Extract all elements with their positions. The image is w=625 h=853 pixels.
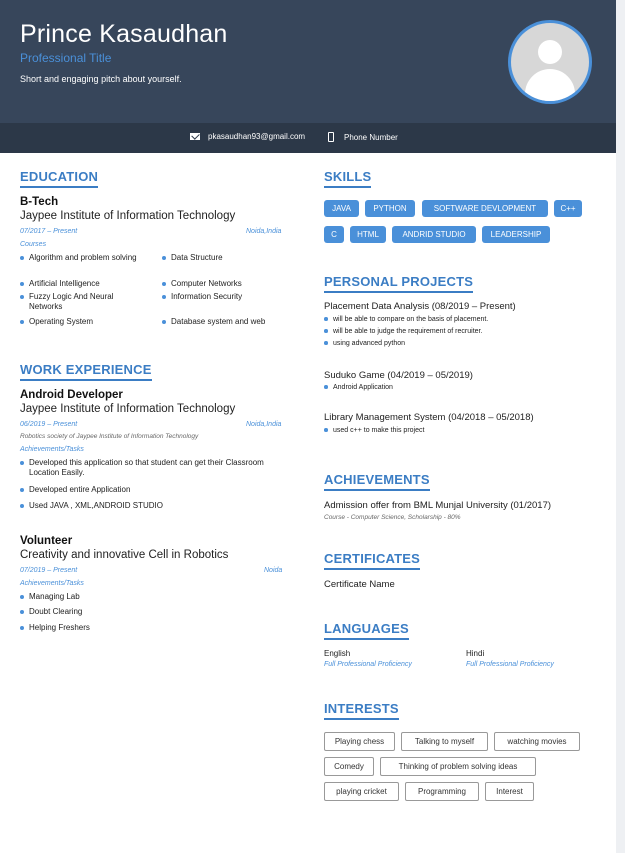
- courses-label: Courses: [20, 241, 47, 248]
- job-organization: Jaypee Institute of Information Technolo…: [20, 403, 236, 415]
- job-dates: 06/2019 – Present: [20, 421, 78, 428]
- job-role: Volunteer: [20, 535, 73, 547]
- resume-page: Prince Kasaudhan Professional Title Shor…: [0, 0, 616, 853]
- certificate-name: Certificate Name: [324, 579, 395, 590]
- mail-icon: [190, 133, 200, 140]
- interest-tag: Thinking of problem solving ideas: [380, 757, 536, 776]
- course-item: Operating System: [20, 317, 93, 327]
- professional-title: Professional Title: [20, 51, 112, 65]
- skill-tag: C: [324, 226, 344, 243]
- skill-tag: PYTHON: [365, 200, 415, 217]
- achievement-detail: Course - Computer Science, Scholarship -…: [324, 514, 461, 521]
- project-title: Suduko Game (04/2019 – 05/2019): [324, 370, 473, 381]
- interest-tag: Talking to myself: [401, 732, 488, 751]
- avatar: [508, 20, 592, 104]
- pitch-text: Short and engaging pitch about yourself.: [20, 74, 182, 84]
- task-item: Managing Lab: [20, 592, 80, 602]
- interest-tag: watching movies: [494, 732, 580, 751]
- task-item: Helping Freshers: [20, 623, 90, 633]
- section-title-achievements: ACHIEVEMENTS: [324, 472, 430, 491]
- education-location: Noida,India: [246, 228, 282, 235]
- language-level: Full Professional Proficiency: [466, 661, 554, 668]
- course-item: Data Structure: [162, 253, 223, 263]
- section-title-education: EDUCATION: [20, 169, 99, 188]
- course-item: Computer Networks: [162, 279, 242, 289]
- section-title-interests: INTERESTS: [324, 701, 399, 720]
- task-item: Used JAVA , XML,ANDROID STUDIO: [20, 501, 163, 511]
- skill-tag: ANDRID STUDIO: [392, 226, 476, 243]
- section-title-languages: LANGUAGES: [324, 621, 409, 640]
- course-item: Information Security: [162, 292, 242, 302]
- job-location: Noida,India: [246, 421, 282, 428]
- project-item: used c++ to make this project: [324, 426, 424, 435]
- interest-tag: Playing chess: [324, 732, 395, 751]
- project-title: Library Management System (04/2018 – 05/…: [324, 412, 534, 423]
- job-dates: 07/2019 – Present: [20, 567, 78, 574]
- task-item: Developed entire Application: [20, 485, 130, 495]
- phone-text: Phone Number: [344, 132, 398, 142]
- page-edge: [616, 0, 625, 853]
- avatar-placeholder-icon: [511, 23, 589, 101]
- task-item: Doubt Clearing: [20, 607, 82, 617]
- achievement-title: Admission offer from BML Munjal Universi…: [324, 500, 552, 511]
- project-title: Placement Data Analysis (08/2019 – Prese…: [324, 301, 516, 312]
- skill-tag: SOFTWARE DEVLOPMENT: [422, 200, 548, 217]
- section-title-certificates: CERTIFICATES: [324, 551, 421, 570]
- education-dates: 07/2017 – Present: [20, 228, 78, 235]
- email-text: pkasaudhan93@gmail.com: [208, 132, 306, 141]
- task-item: Developed this application so that stude…: [20, 458, 280, 478]
- course-item: Fuzzy Logic And Neural Networks: [20, 292, 145, 312]
- job-location: Noida: [264, 567, 283, 574]
- section-title-work-experience: WORK EXPERIENCE: [20, 362, 152, 381]
- person-name: Prince Kasaudhan: [20, 20, 228, 48]
- project-item: using advanced python: [324, 339, 405, 348]
- job-description: Robotics society of Jaypee Institute of …: [20, 433, 199, 440]
- degree-title: B-Tech: [20, 196, 59, 208]
- interest-tag: Comedy: [324, 757, 374, 776]
- course-item: Algorithm and problem solving: [20, 253, 150, 263]
- email-contact[interactable]: pkasaudhan93@gmail.com: [190, 132, 305, 141]
- course-item: Database system and web: [162, 317, 265, 327]
- skill-tag: JAVA: [324, 200, 359, 217]
- language-name: English: [324, 649, 351, 658]
- project-item: will be able to compare on the basis of …: [324, 315, 488, 324]
- project-item: will be able to judge the requirement of…: [324, 327, 482, 336]
- project-item: Android Application: [324, 383, 393, 392]
- language-level: Full Professional Proficiency: [324, 661, 412, 668]
- skill-tag: C++: [554, 200, 582, 217]
- interest-tag: Programming: [405, 782, 479, 801]
- interest-tag: Interest: [485, 782, 534, 801]
- contact-bar: pkasaudhan93@gmail.com Phone Number: [0, 123, 616, 153]
- course-item: Artificial Intelligence: [20, 279, 100, 289]
- phone-icon: [328, 132, 334, 142]
- language-name: Hindi: [466, 649, 485, 658]
- tasks-label: Achievements/Tasks: [20, 446, 84, 453]
- resume-header: Prince Kasaudhan Professional Title Shor…: [0, 0, 616, 123]
- interest-tag: playing cricket: [324, 782, 399, 801]
- section-title-personal-projects: PERSONAL PROJECTS: [324, 274, 474, 293]
- job-organization: Creativity and innovative Cell in Roboti…: [20, 549, 229, 561]
- section-title-skills: SKILLS: [324, 169, 372, 188]
- institute-name: Jaypee Institute of Information Technolo…: [20, 210, 236, 222]
- tasks-label: Achievements/Tasks: [20, 580, 84, 587]
- phone-contact[interactable]: Phone Number: [328, 132, 398, 142]
- skill-tag: HTML: [350, 226, 386, 243]
- job-role: Android Developer: [20, 389, 123, 401]
- skill-tag: LEADERSHIP: [482, 226, 550, 243]
